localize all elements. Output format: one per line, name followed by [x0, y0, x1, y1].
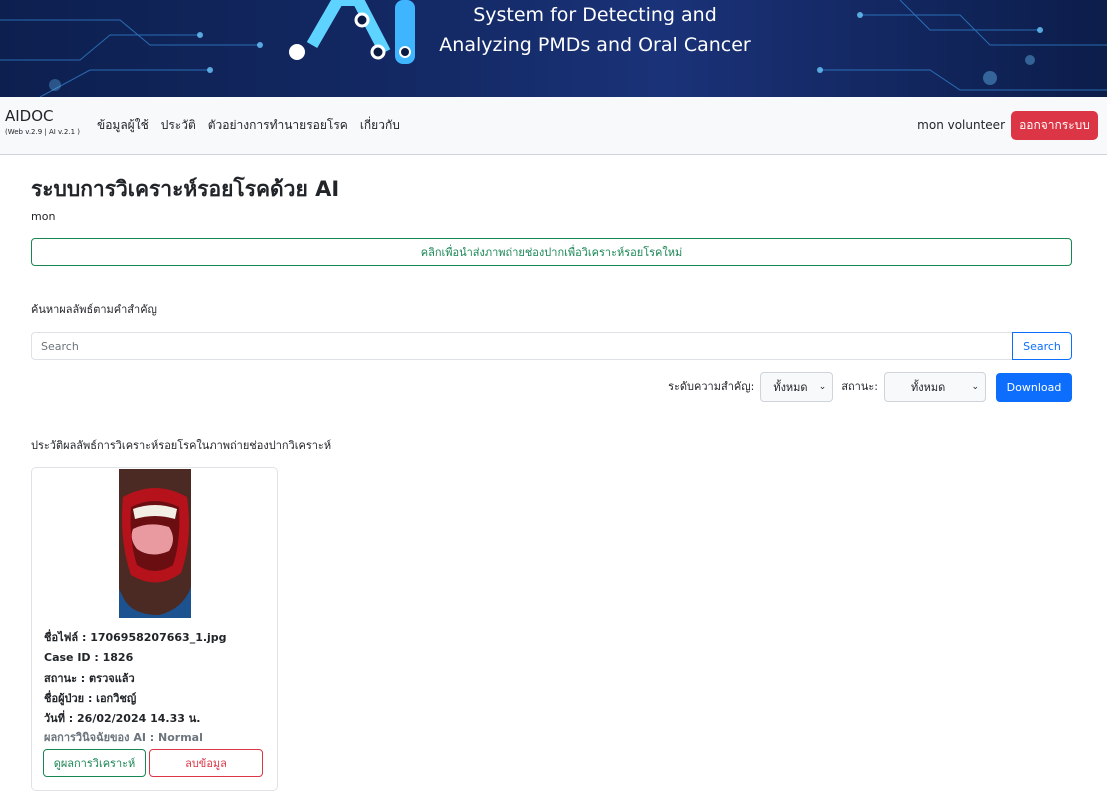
ai-logo-icon	[289, 0, 415, 64]
card-info: ชื่อไฟล์ : 1706958207663_1.jpg Case ID :…	[44, 628, 227, 746]
nav-link-prediction-examples[interactable]: ตัวอย่างการทำนายรอยโรค	[208, 116, 348, 134]
card-status: สถานะ : ตรวจแล้ว	[44, 671, 135, 685]
view-analysis-button[interactable]: ดูผลการวิเคราะห์	[43, 749, 146, 777]
upload-new-image-button[interactable]: คลิกเพื่อนำส่งภาพถ่ายช่องปากเพื่อวิเคราะ…	[31, 238, 1072, 266]
brand-version: (Web v.2.9 | AI v.2.1 )	[5, 128, 80, 136]
history-section-label: ประวัติผลลัพธ์การวิเคราะห์รอยโรคในภาพถ่า…	[31, 439, 332, 452]
nav-links: ข้อมูลผู้ใช้ ประวัติ ตัวอย่างการทำนายรอย…	[97, 116, 400, 134]
banner-title-line2: Analyzing PMDs and Oral Cancer	[439, 34, 751, 56]
nav-link-user-info[interactable]: ข้อมูลผู้ใช้	[97, 116, 149, 134]
card-filename: ชื่อไฟล์ : 1706958207663_1.jpg	[44, 631, 227, 644]
banner-title: System for Detecting and Analyzing PMDs …	[420, 0, 770, 60]
result-card: ชื่อไฟล์ : 1706958207663_1.jpg Case ID :…	[31, 467, 278, 791]
header-banner: System for Detecting and Analyzing PMDs …	[0, 0, 1107, 97]
banner-title-line1: System for Detecting and	[473, 4, 717, 26]
nav-username: mon volunteer	[917, 118, 1005, 132]
chevron-down-icon: ⌄	[971, 382, 979, 392]
brand-name: AIDOC	[5, 107, 54, 125]
nav-link-about[interactable]: เกี่ยวกับ	[360, 116, 400, 134]
oral-photo-thumbnail[interactable]	[119, 469, 191, 618]
navbar: AIDOC (Web v.2.9 | AI v.2.1 ) ข้อมูลผู้ใ…	[0, 97, 1107, 155]
search-button[interactable]: Search	[1012, 332, 1072, 360]
chevron-down-icon: ⌄	[818, 382, 827, 392]
status-filter-label: สถานะ:	[841, 380, 878, 393]
priority-select[interactable]: ทั้งหมด ⌄	[760, 372, 834, 402]
nav-link-history[interactable]: ประวัติ	[161, 116, 196, 134]
delete-record-button[interactable]: ลบข้อมูล	[149, 749, 263, 777]
download-button[interactable]: Download	[996, 372, 1072, 402]
search-label: ค้นหาผลลัพธ์ตามคำสำคัญ	[31, 303, 157, 316]
card-ai-result: ผลการวินิจฉัยของ AI : Normal	[44, 731, 203, 745]
filter-row: ระดับความสำคัญ: ทั้งหมด ⌄ สถานะ: ทั้งหมด…	[668, 372, 1072, 402]
card-patient-name: ชื่อผู้ป่วย : เอกวิชญ์	[44, 691, 137, 705]
page-title: ระบบการวิเคราะห์รอยโรคด้วย AI	[31, 177, 340, 201]
card-case-id: Case ID : 1826	[44, 651, 134, 665]
logout-button[interactable]: ออกจากระบบ	[1011, 111, 1098, 140]
status-select[interactable]: ทั้งหมด ⌄	[884, 372, 986, 402]
brand[interactable]: AIDOC (Web v.2.9 | AI v.2.1 )	[5, 107, 80, 137]
status-select-value: ทั้งหมด	[911, 381, 946, 394]
card-date: วันที่ : 26/02/2024 14.33 น.	[44, 712, 201, 726]
current-user: mon	[31, 210, 56, 223]
priority-select-value: ทั้งหมด	[773, 381, 808, 394]
priority-filter-label: ระดับความสำคัญ:	[668, 380, 755, 393]
search-input[interactable]	[31, 332, 1013, 360]
